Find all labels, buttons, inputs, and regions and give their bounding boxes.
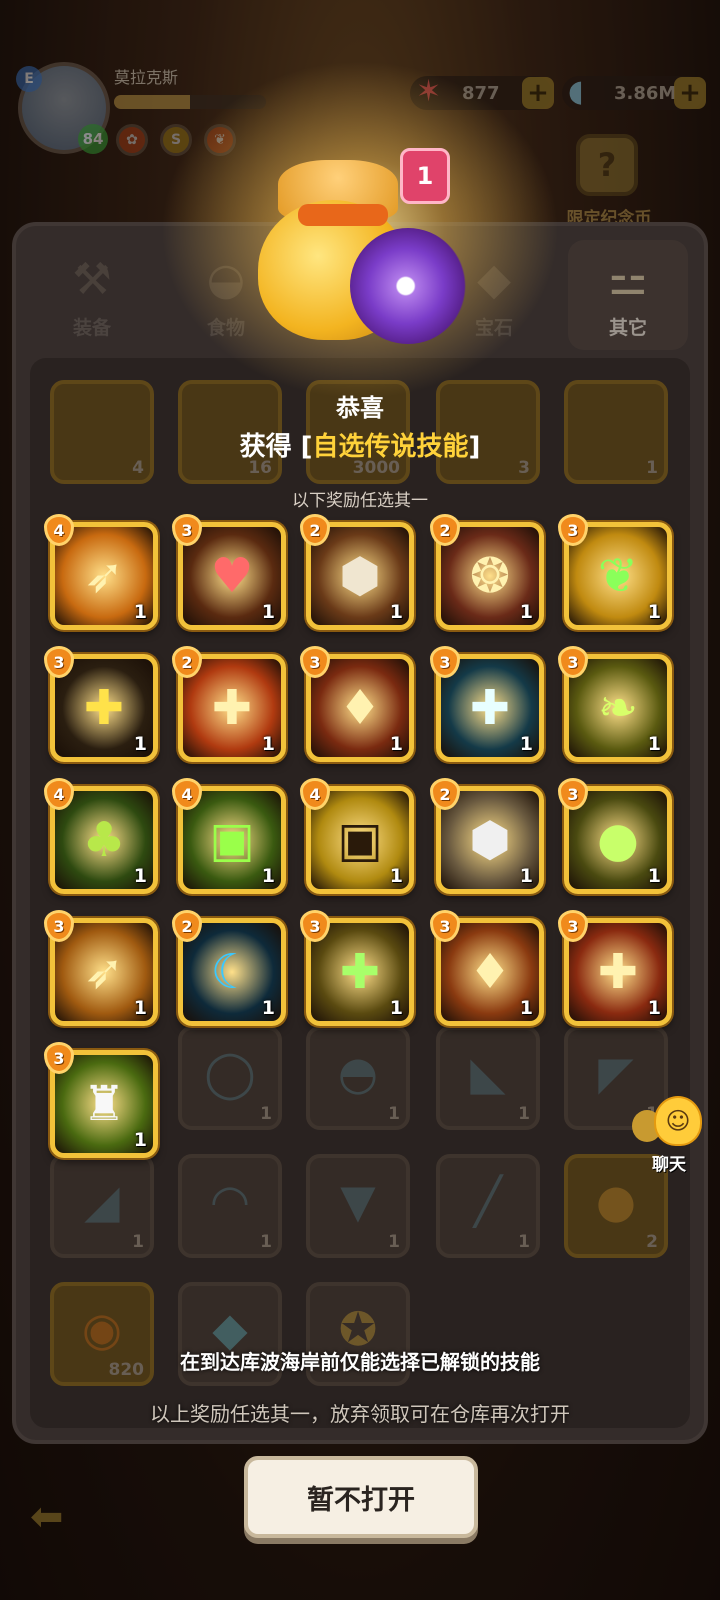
skill-count: 1 [389, 733, 403, 755]
obtained-line: 获得 [自选传说技能] [0, 426, 720, 463]
skill-count: 1 [389, 601, 403, 623]
skill-count: 1 [647, 997, 661, 1019]
bracket-open: [ [300, 432, 313, 462]
skill-count: 1 [647, 733, 661, 755]
skill-count: 1 [261, 601, 275, 623]
skill-count: 1 [519, 733, 533, 755]
skill-count: 1 [133, 1129, 147, 1151]
skill-count: 1 [519, 601, 533, 623]
skill-count: 1 [519, 865, 533, 887]
skill-count: 1 [133, 997, 147, 1019]
skill-count: 1 [261, 733, 275, 755]
legendary-swirl-icon [350, 228, 466, 344]
bag-tie [298, 204, 388, 226]
locked-skill-notice: 在到达库波海岸前仅能选择已解锁的技能 [180, 1350, 540, 1374]
skill-count: 1 [133, 601, 147, 623]
skill-count: 1 [133, 733, 147, 755]
skill-count: 1 [647, 601, 661, 623]
back-arrow-icon[interactable]: ⬅ [30, 1494, 84, 1540]
skill-count: 1 [647, 865, 661, 887]
chat-face-icon: ☺ [654, 1096, 702, 1146]
skill-count: 1 [133, 865, 147, 887]
bracket-close: ] [468, 432, 481, 462]
skill-count: 1 [261, 865, 275, 887]
skill-count: 1 [389, 865, 403, 887]
skill-count: 1 [261, 997, 275, 1019]
chat-label: 聊天 [652, 1155, 686, 1175]
obtained-prefix: 获得 [239, 432, 292, 462]
pick-one-instruction: 以下奖励任选其一 [292, 491, 428, 511]
chat-button[interactable]: ☺ 聊天 [630, 1096, 708, 1176]
congrats-title: 恭喜 [336, 394, 384, 422]
skill-count: 1 [519, 997, 533, 1019]
reward-count-badge: 1 [400, 148, 450, 204]
skill-count: 1 [389, 997, 403, 1019]
reopen-notice: 以上奖励任选其一，放弃领取可在仓库再次打开 [150, 1402, 570, 1426]
dont-open-button[interactable]: 暂不打开 [244, 1456, 478, 1538]
reward-item-name: 自选传说技能 [312, 432, 469, 462]
